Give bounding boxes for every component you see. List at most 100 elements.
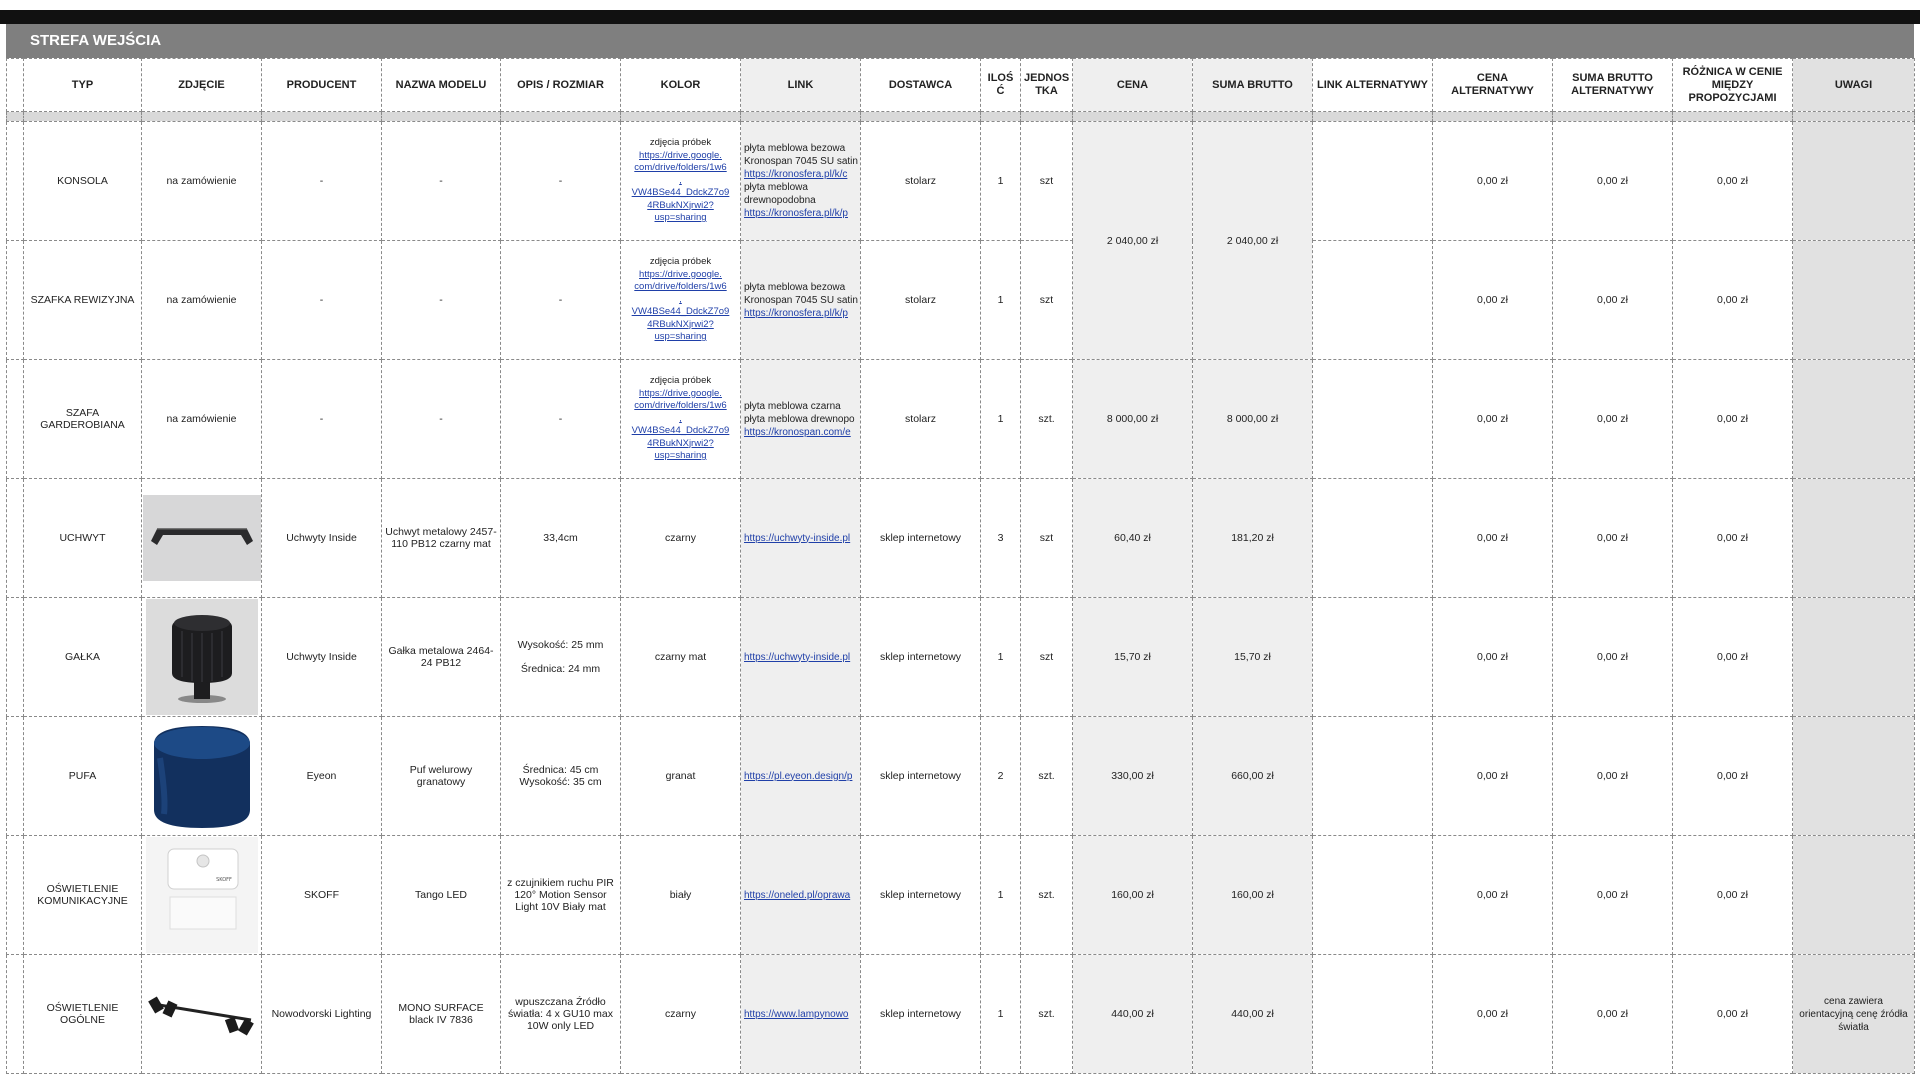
cell-producent: Uchwyty Inside — [261, 478, 382, 598]
header-uwagi: UWAGI — [1792, 58, 1915, 112]
link-url[interactable]: https://pl.eyeon.design/p — [744, 771, 852, 782]
cell-roznica: 0,00 zł — [1672, 835, 1793, 955]
opis-diameter: Średnica: 45 cm — [522, 764, 599, 776]
cell-kolor[interactable]: zdjęcia próbek https://drive.google. com… — [620, 121, 741, 241]
kolor-link-line[interactable]: com/drive/folders/1w6 — [624, 400, 737, 413]
cell-link[interactable]: płyta meblowa bezowa Kronospan 7045 SU s… — [740, 121, 861, 241]
table-row: SZAFA GARDEROBIANA na zamówienie - - - z… — [6, 359, 1915, 479]
kolor-link-line[interactable]: 4RBukNXjrwi2? — [624, 438, 737, 451]
cell-link-alt — [1312, 954, 1433, 1074]
link-url[interactable]: https://kronosfera.pl/k/p — [744, 307, 857, 320]
kolor-link-line[interactable]: usp=sharing — [624, 212, 737, 225]
cell-ilosc: 1 — [980, 359, 1021, 479]
cell-dostawca: sklep internetowy — [860, 835, 981, 955]
cell-cena-alt: 0,00 zł — [1432, 121, 1553, 241]
cell-ilosc: 3 — [980, 478, 1021, 598]
photo-brand-text: SKOFF — [216, 877, 232, 883]
cell-kolor[interactable]: zdjęcia próbek https://drive.google. com… — [620, 240, 741, 360]
kolor-link-line[interactable]: 4RBukNXjrwi2? — [624, 319, 737, 332]
kolor-link-line[interactable]: https://drive.google. — [624, 269, 737, 282]
cell-cena: 160,00 zł — [1072, 835, 1193, 955]
cell-uwagi — [1792, 835, 1915, 955]
kolor-link-line[interactable]: com/drive/folders/1w6 — [624, 162, 737, 175]
kolor-link-line[interactable]: usp=sharing — [624, 450, 737, 463]
table-row: OŚWIETLENIE KOMUNIKACYJNE SKOFF SKOFF Ta… — [6, 835, 1915, 955]
link-url[interactable]: https://kronosfera.pl/k/p — [744, 207, 857, 220]
opis-height: Wysokość: 25 mm — [517, 639, 604, 651]
cell-zdjecie: SKOFF — [141, 835, 262, 955]
handle-photo — [142, 480, 261, 597]
link-url[interactable]: https://kronospan.com/e — [744, 426, 857, 439]
kolor-link-line[interactable]: , — [624, 413, 737, 426]
cell-ilosc: 2 — [980, 716, 1021, 836]
link-text: Kronospan 7045 SU satin — [744, 156, 858, 167]
cell-link[interactable]: płyta meblowa bezowa Kronospan 7045 SU s… — [740, 240, 861, 360]
cell-link[interactable]: https://pl.eyeon.design/p — [740, 716, 861, 836]
link-text: drewnopodobna — [744, 195, 816, 206]
header-dostawca: DOSTAWCA — [860, 58, 981, 112]
cell-typ: OŚWIETLENIE OGÓLNE — [23, 954, 142, 1074]
cell-opis: - — [500, 121, 621, 241]
cell-opis: - — [500, 240, 621, 360]
cell-suma-alt: 0,00 zł — [1552, 835, 1673, 955]
cell-cena-alt: 0,00 zł — [1432, 835, 1553, 955]
cell-link[interactable]: płyta meblowa czarna płyta meblowa drewn… — [740, 359, 861, 479]
cell-suma-alt: 0,00 zł — [1552, 240, 1673, 360]
link-url[interactable]: https://uchwyty-inside.pl — [744, 533, 850, 544]
cell-dostawca: sklep internetowy — [860, 597, 981, 717]
header-opis: OPIS / ROZMIAR — [500, 58, 621, 112]
cell-opis: 33,4cm — [500, 478, 621, 598]
cell-cena-alt: 0,00 zł — [1432, 716, 1553, 836]
kolor-link-line[interactable]: https://drive.google. — [624, 388, 737, 401]
link-url[interactable]: https://oneled.pl/oprawa — [744, 890, 850, 901]
cell-roznica: 0,00 zł — [1672, 954, 1793, 1074]
cell-dostawca: sklep internetowy — [860, 716, 981, 836]
link-url[interactable]: https://www.lampynowo — [744, 1009, 849, 1020]
cell-opis: wpuszczana Źródło światła: 4 x GU10 max … — [500, 954, 621, 1074]
kolor-link-line[interactable]: VW4BSe44_DdckZ7o9 — [624, 306, 737, 319]
cell-ilosc: 1 — [980, 954, 1021, 1074]
cell-roznica: 0,00 zł — [1672, 359, 1793, 479]
cell-cena-alt: 0,00 zł — [1432, 359, 1553, 479]
cell-cena-merged: 2 040,00 zł — [1072, 121, 1193, 360]
kolor-link-line[interactable]: , — [624, 175, 737, 188]
cell-typ: GAŁKA — [23, 597, 142, 717]
cell-zdjecie — [141, 597, 262, 717]
cell-link[interactable]: https://www.lampynowo — [740, 954, 861, 1074]
cell-uwagi — [1792, 121, 1915, 241]
kolor-label: zdjęcia próbek — [649, 256, 712, 268]
cell-producent: SKOFF — [261, 835, 382, 955]
link-url[interactable]: https://kronosfera.pl/k/c — [744, 168, 857, 181]
table-row: OŚWIETLENIE OGÓLNE Nowodvorski Lighting … — [6, 954, 1915, 1074]
header-zdjecie: ZDJĘCIE — [141, 58, 262, 112]
cell-uwagi — [1792, 478, 1915, 598]
cell-dostawca: stolarz — [860, 240, 981, 360]
kolor-link-line[interactable]: , — [624, 294, 737, 307]
cell-link[interactable]: https://uchwyty-inside.pl — [740, 597, 861, 717]
kolor-link-line[interactable]: 4RBukNXjrwi2? — [624, 200, 737, 213]
cell-link[interactable]: https://uchwyty-inside.pl — [740, 478, 861, 598]
cell-roznica: 0,00 zł — [1672, 240, 1793, 360]
cell-zdjecie: na zamówienie — [141, 240, 262, 360]
kolor-link-line[interactable]: com/drive/folders/1w6 — [624, 281, 737, 294]
cell-uwagi — [1792, 359, 1915, 479]
link-url[interactable]: https://uchwyty-inside.pl — [744, 652, 850, 663]
cell-kolor[interactable]: zdjęcia próbek https://drive.google. com… — [620, 359, 741, 479]
kolor-link-line[interactable]: https://drive.google. — [624, 150, 737, 163]
cell-suma: 160,00 zł — [1192, 835, 1313, 955]
cell-producent: Uchwyty Inside — [261, 597, 382, 717]
cell-ilosc: 1 — [980, 597, 1021, 717]
cell-link[interactable]: https://oneled.pl/oprawa — [740, 835, 861, 955]
cell-kolor: biały — [620, 835, 741, 955]
cell-suma: 440,00 zł — [1192, 954, 1313, 1074]
kolor-link-line[interactable]: VW4BSe44_DdckZ7o9 — [624, 425, 737, 438]
kolor-link-line[interactable]: usp=sharing — [624, 331, 737, 344]
cell-jednostka: szt — [1020, 240, 1073, 360]
header-roznica: RÓŻNICA W CENIE MIĘDZY PROPOZYCJAMI — [1672, 58, 1793, 112]
cell-model: - — [381, 359, 501, 479]
cell-roznica: 0,00 zł — [1672, 121, 1793, 241]
cell-typ: KONSOLA — [23, 121, 142, 241]
kolor-link-line[interactable]: VW4BSe44_DdckZ7o9 — [624, 187, 737, 200]
cell-model: - — [381, 121, 501, 241]
cell-link-alt — [1312, 121, 1433, 241]
